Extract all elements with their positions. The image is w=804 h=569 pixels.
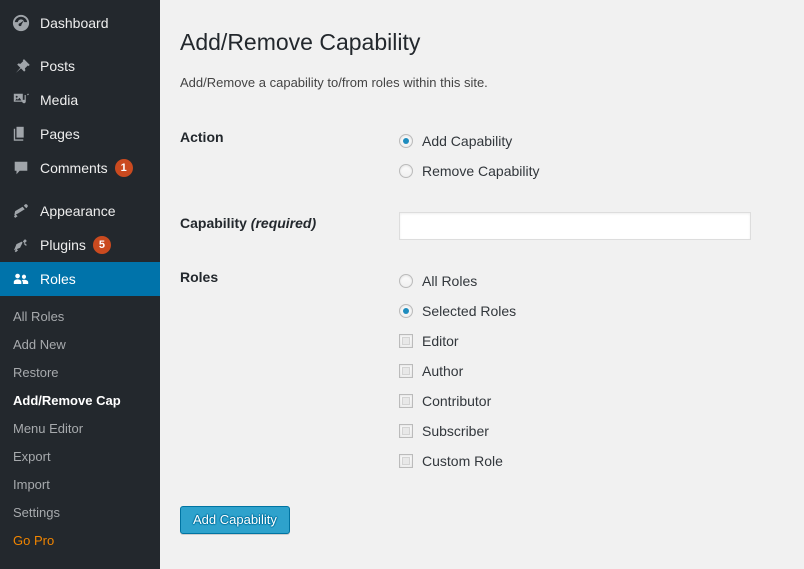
submenu-item-export[interactable]: Export: [0, 443, 160, 471]
checkbox-subscriber[interactable]: [399, 424, 413, 438]
checkbox-label-contributor: Contributor: [422, 393, 492, 409]
pin-icon: [11, 56, 31, 76]
roles-label: Roles: [180, 269, 219, 285]
submenu-item-go-pro[interactable]: Go Pro: [0, 527, 160, 555]
checkbox-custom-role[interactable]: [399, 454, 413, 468]
checkbox-row-contributor[interactable]: Contributor: [399, 386, 774, 416]
roles-submenu: All Roles Add New Restore Add/Remove Cap…: [0, 296, 160, 561]
radio-label-remove-capability: Remove Capability: [422, 163, 540, 179]
sidebar-item-pages[interactable]: Pages: [0, 117, 160, 151]
submenu-item-add-new[interactable]: Add New: [0, 331, 160, 359]
sidebar-item-plugins[interactable]: Plugins 5: [0, 228, 160, 262]
checkbox-editor[interactable]: [399, 334, 413, 348]
comments-count-badge: 1: [114, 159, 133, 177]
sidebar-item-media[interactable]: Media: [0, 83, 160, 117]
media-icon: [11, 90, 31, 110]
sidebar-item-label: Pages: [40, 126, 80, 142]
form-row-roles: Roles All Roles Selected Roles Editor Au…: [180, 253, 784, 489]
comments-icon: [11, 158, 31, 178]
capability-input[interactable]: [399, 212, 751, 240]
capability-label: Capability (required): [180, 199, 399, 253]
radio-label-all-roles: All Roles: [422, 273, 478, 289]
sidebar-item-appearance[interactable]: Appearance: [0, 194, 160, 228]
checkbox-author[interactable]: [399, 364, 413, 378]
plug-icon: [11, 235, 31, 255]
sidebar-item-posts[interactable]: Posts: [0, 49, 160, 83]
radio-label-selected-roles: Selected Roles: [422, 303, 517, 319]
radio-row-remove-capability[interactable]: Remove Capability: [399, 156, 774, 186]
form-row-action: Action Add Capability Remove Capability: [180, 113, 784, 199]
sidebar-separator: [0, 185, 160, 194]
checkbox-row-custom-role[interactable]: Custom Role: [399, 446, 774, 476]
radio-row-all-roles[interactable]: All Roles: [399, 266, 774, 296]
roles-options: All Roles Selected Roles Editor Author C…: [399, 253, 784, 489]
checkbox-label-subscriber: Subscriber: [422, 423, 489, 439]
sidebar-item-label: Plugins: [40, 237, 86, 253]
sidebar-separator: [0, 40, 160, 49]
checkbox-label-author: Author: [422, 363, 464, 379]
capability-field-cell: [399, 199, 784, 253]
checkbox-row-author[interactable]: Author: [399, 356, 774, 386]
form-row-capability: Capability (required): [180, 199, 784, 253]
checkbox-label-custom-role: Custom Role: [422, 453, 503, 469]
sidebar-item-label: Roles: [40, 271, 76, 287]
sidebar-item-label: Dashboard: [40, 15, 109, 31]
pages-icon: [11, 124, 31, 144]
page-description: Add/Remove a capability to/from roles wi…: [180, 75, 488, 90]
checkbox-row-subscriber[interactable]: Subscriber: [399, 416, 774, 446]
users-icon: [11, 269, 31, 289]
radio-all-roles[interactable]: [399, 274, 413, 288]
action-label: Action: [180, 129, 224, 145]
submenu-item-add-remove-cap[interactable]: Add/Remove Cap: [0, 387, 160, 415]
submenu-item-all-roles[interactable]: All Roles: [0, 303, 160, 331]
checkbox-contributor[interactable]: [399, 394, 413, 408]
admin-sidebar: Dashboard Posts Media Pages Comments 1 A…: [0, 0, 168, 569]
radio-row-selected-roles[interactable]: Selected Roles: [399, 296, 774, 326]
submenu-item-restore[interactable]: Restore: [0, 359, 160, 387]
add-capability-button[interactable]: Add Capability: [180, 506, 290, 534]
checkbox-label-editor: Editor: [422, 333, 459, 349]
submenu-item-settings[interactable]: Settings: [0, 499, 160, 527]
sidebar-item-label: Comments: [40, 160, 108, 176]
sidebar-item-label: Posts: [40, 58, 76, 74]
radio-add-capability[interactable]: [399, 134, 413, 148]
submenu-item-menu-editor[interactable]: Menu Editor: [0, 415, 160, 443]
main-content: Add/Remove Capability Add/Remove a capab…: [160, 0, 804, 569]
capability-required-text: (required): [250, 215, 317, 231]
checkbox-row-editor[interactable]: Editor: [399, 326, 774, 356]
sidebar-item-label: Media: [40, 92, 79, 108]
action-options: Add Capability Remove Capability: [399, 113, 784, 199]
sidebar-item-label: Appearance: [40, 203, 116, 219]
capability-form: Action Add Capability Remove Capability: [180, 113, 784, 489]
capability-label-text: Capability: [180, 215, 247, 231]
sidebar-item-comments[interactable]: Comments 1: [0, 151, 160, 185]
active-menu-arrow: [160, 271, 168, 287]
radio-remove-capability[interactable]: [399, 164, 413, 178]
sidebar-item-dashboard[interactable]: Dashboard: [0, 6, 160, 40]
page-title: Add/Remove Capability: [180, 29, 421, 55]
paintbrush-icon: [11, 201, 31, 221]
radio-selected-roles[interactable]: [399, 304, 413, 318]
wordpress-admin-screen: Dashboard Posts Media Pages Comments 1 A…: [0, 0, 804, 569]
sidebar-item-roles[interactable]: Roles: [0, 262, 168, 296]
submit-area: Add Capability: [180, 489, 784, 534]
plugins-count-badge: 5: [92, 236, 111, 254]
radio-row-add-capability[interactable]: Add Capability: [399, 126, 774, 156]
submenu-item-import[interactable]: Import: [0, 471, 160, 499]
radio-label-add-capability: Add Capability: [422, 133, 513, 149]
dashboard-icon: [11, 13, 31, 33]
